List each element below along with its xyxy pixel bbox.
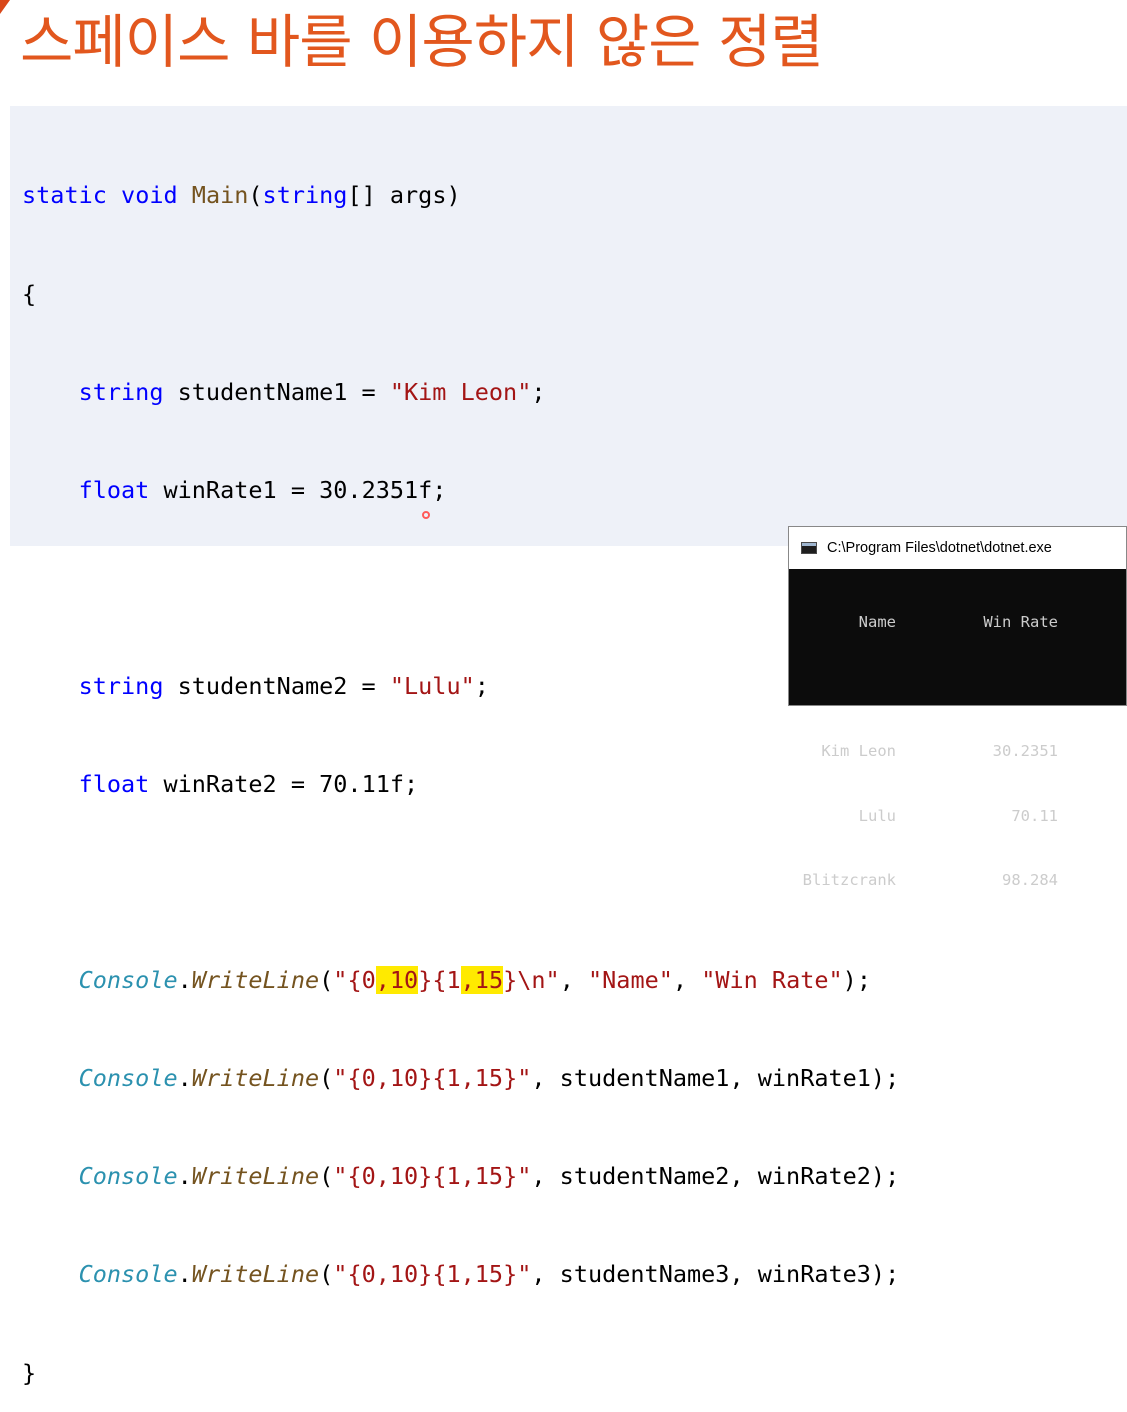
- paren: (: [319, 966, 334, 995]
- comma: ,: [559, 966, 588, 995]
- code-line-3: string studentName1 = "Kim Leon";: [22, 376, 899, 409]
- format-string-part: }{1: [418, 966, 461, 995]
- paren: (: [319, 1162, 334, 1191]
- declaration: studentName1 =: [163, 377, 390, 406]
- slide-title: 스페이스 바를 이용하지 않은 정렬: [20, 8, 824, 76]
- cursor-indicator: [422, 511, 430, 519]
- console-rate: 70.11: [1011, 806, 1058, 825]
- code-panel: static void Main(string[] args) { string…: [10, 106, 1127, 1387]
- slide-corner-mark: [0, 0, 10, 14]
- format-string: "{0,10}{1,15}": [333, 1064, 532, 1093]
- keyword-float: float: [78, 769, 150, 798]
- code-line-12: Console.WriteLine("{0,10}{1,15}", studen…: [22, 1258, 900, 1291]
- method-name-main: Main: [191, 181, 249, 210]
- paren: (: [319, 1260, 334, 1289]
- dot: .: [177, 1162, 192, 1191]
- console-blank-row: [789, 677, 1126, 699]
- code-line-6: string studentName2 = "Lulu";: [22, 670, 899, 703]
- code-line-7: float winRate2 = 70.11f;: [22, 768, 899, 801]
- highlight-alignment-10: ,10: [375, 966, 419, 995]
- paren: (: [248, 181, 263, 210]
- format-string-part: }\n": [503, 966, 560, 995]
- console-header-rate: Win Rate: [983, 613, 1058, 631]
- format-string-part: "{0: [333, 966, 376, 995]
- console-name: Lulu: [858, 806, 896, 825]
- code-line-1: static void Main(string[] args): [22, 179, 899, 212]
- keyword-void: void: [121, 181, 178, 210]
- semicolon: ;: [474, 671, 489, 700]
- method-writeline: WriteLine: [191, 1064, 320, 1093]
- declaration: studentName2 =: [163, 671, 390, 700]
- arguments: , studentName2, winRate2);: [531, 1162, 900, 1191]
- code-line-11: Console.WriteLine("{0,10}{1,15}", studen…: [22, 1160, 900, 1193]
- console-app-icon: [801, 542, 817, 554]
- close-paren: );: [842, 966, 871, 995]
- code-line-13: }: [22, 1358, 37, 1387]
- class-console: Console: [78, 1064, 178, 1093]
- paren: (: [319, 1064, 334, 1093]
- class-console: Console: [78, 966, 178, 995]
- format-string: "{0,10}{1,15}": [333, 1260, 532, 1289]
- dot: .: [177, 1260, 192, 1289]
- declaration: winRate1 = 30.2351f;: [149, 475, 447, 504]
- console-title: C:\Program Files\dotnet\dotnet.exe: [827, 540, 1052, 556]
- keyword-string: string: [78, 377, 164, 406]
- string-literal: "Kim Leon": [389, 377, 532, 406]
- string-literal: "Win Rate": [701, 966, 843, 995]
- highlight-alignment-15: ,15: [460, 966, 504, 995]
- console-row: Lulu 70.11: [789, 806, 1126, 828]
- console-output: Name Win Rate Kim Leon 30.2351 Lulu 70.1…: [789, 569, 1126, 889]
- console-name: Kim Leon: [821, 742, 896, 760]
- method-writeline: WriteLine: [191, 966, 320, 995]
- code-line-9: Console.WriteLine("{0,10}{1,15}\n", "Nam…: [22, 964, 899, 997]
- console-row: Kim Leon 30.2351: [789, 741, 1126, 763]
- code-line-2: {: [22, 279, 37, 308]
- declaration: winRate2 = 70.11f;: [149, 769, 419, 798]
- console-row: Blitzcrank 98.284: [789, 870, 1126, 892]
- dot: .: [177, 966, 192, 995]
- console-name: Blitzcrank: [802, 871, 896, 889]
- arguments: , studentName3, winRate3);: [531, 1260, 900, 1289]
- params: [] args): [347, 181, 461, 210]
- dot: .: [177, 1064, 192, 1093]
- code-line-4: float winRate1 = 30.2351f;: [22, 474, 899, 507]
- keyword-static: static: [22, 181, 107, 210]
- class-console: Console: [78, 1162, 178, 1191]
- arguments: , studentName1, winRate1);: [531, 1064, 900, 1093]
- console-titlebar[interactable]: C:\Program Files\dotnet\dotnet.exe: [789, 527, 1126, 569]
- keyword-string: string: [262, 181, 348, 210]
- code-block: static void Main(string[] args) { string…: [22, 114, 899, 1412]
- format-string: "{0,10}{1,15}": [333, 1162, 532, 1191]
- class-console: Console: [78, 1260, 178, 1289]
- method-writeline: WriteLine: [191, 1260, 320, 1289]
- console-header-row: Name Win Rate: [789, 612, 1126, 634]
- semicolon: ;: [531, 377, 546, 406]
- method-writeline: WriteLine: [191, 1162, 320, 1191]
- console-header-name: Name: [858, 613, 896, 631]
- string-literal: "Name": [588, 966, 673, 995]
- console-rate: 98.284: [1002, 871, 1058, 889]
- code-line-10: Console.WriteLine("{0,10}{1,15}", studen…: [22, 1062, 900, 1095]
- console-window[interactable]: C:\Program Files\dotnet\dotnet.exe Name …: [788, 526, 1127, 889]
- keyword-string: string: [78, 671, 164, 700]
- string-literal: "Lulu": [389, 671, 475, 700]
- comma: ,: [672, 966, 702, 995]
- console-rate: 30.2351: [992, 742, 1058, 760]
- keyword-float: float: [78, 475, 150, 504]
